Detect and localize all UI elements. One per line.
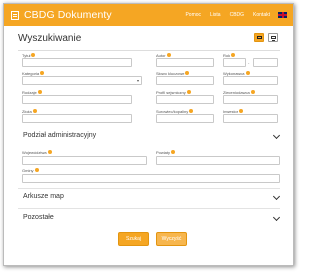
info-icon [231, 53, 236, 58]
title-divider [18, 50, 280, 51]
powiaty-input[interactable] [156, 156, 280, 165]
kategoria-select[interactable]: ▾ [22, 76, 142, 85]
chevron-down-icon[interactable] [272, 192, 281, 201]
chevron-down-icon[interactable] [272, 213, 281, 222]
info-icon [40, 71, 45, 76]
autor-input[interactable] [156, 58, 214, 67]
section-divider [18, 208, 280, 209]
rok-to-input[interactable] [253, 58, 278, 67]
section-pozostale[interactable]: Pozostałe [18, 212, 281, 226]
section-label: Pozostałe [23, 214, 54, 221]
chevron-down-icon[interactable] [272, 131, 281, 140]
info-icon [189, 109, 194, 114]
clear-button[interactable]: Wyczyść [156, 232, 187, 246]
label-powiaty: Powiaty [156, 150, 176, 155]
nav-link-pomoc[interactable]: Pomoc [185, 12, 201, 18]
info-icon [32, 109, 37, 114]
page-title: Wyszukiwanie [18, 33, 82, 44]
rodzaje-input[interactable] [22, 95, 132, 104]
section-podzial-administracyjny[interactable]: Podział administracyjny [18, 130, 281, 144]
info-icon [34, 168, 39, 173]
rok-from-input[interactable] [223, 58, 246, 67]
slowo-kluczowe-input[interactable] [156, 76, 214, 85]
chevron-down-icon: ▾ [136, 78, 139, 83]
monitor-icon [271, 36, 276, 39]
tytul-input[interactable] [22, 58, 132, 67]
info-icon [37, 90, 42, 95]
label-gminy: Gminy [22, 168, 39, 173]
surowiec-input[interactable] [156, 114, 214, 123]
section-label: Arkusze map [23, 193, 64, 200]
desktop-icon [257, 36, 262, 39]
app-window: CBDG Dokumenty Pomoc Lista CBDG Kontakt … [3, 3, 294, 266]
nav-link-cbdg[interactable]: CBDG [230, 12, 244, 18]
nav-link-kontakt[interactable]: Kontakt [253, 12, 270, 18]
info-icon [185, 71, 190, 76]
gminy-input[interactable] [22, 174, 280, 183]
profil-sejsmiczny-input[interactable] [156, 95, 214, 104]
info-icon [166, 53, 171, 58]
uk-flag-icon[interactable] [278, 12, 287, 18]
rok-separator: - [248, 60, 250, 65]
brand-title[interactable]: CBDG Dokumenty [24, 9, 112, 21]
info-icon [171, 150, 176, 155]
navbar: CBDG Dokumenty Pomoc Lista CBDG Kontakt [4, 4, 293, 26]
nav-link-lista[interactable]: Lista [210, 12, 221, 18]
info-icon [31, 53, 36, 58]
section-label: Podział administracyjny [23, 132, 97, 139]
zloza-input[interactable] [22, 114, 132, 123]
wojewodztwa-input[interactable] [22, 156, 147, 165]
document-logo-icon [11, 10, 19, 20]
wykonawca-input[interactable] [223, 76, 278, 85]
info-icon [239, 109, 244, 114]
info-icon [250, 90, 255, 95]
section-divider [18, 188, 280, 189]
desktop-view-button[interactable] [254, 33, 264, 42]
label-wojewodztwa: Województwa [22, 150, 52, 155]
info-icon [186, 90, 191, 95]
mobile-view-button[interactable] [268, 33, 278, 42]
info-icon [245, 71, 250, 76]
inwestor-input[interactable] [223, 114, 278, 123]
section-arkusze-map[interactable]: Arkusze map [18, 191, 281, 205]
zleceniodawca-input[interactable] [223, 95, 278, 104]
search-button[interactable]: Szukaj [118, 232, 149, 246]
nav-links: Pomoc Lista CBDG Kontakt [176, 4, 287, 26]
info-icon [47, 150, 52, 155]
